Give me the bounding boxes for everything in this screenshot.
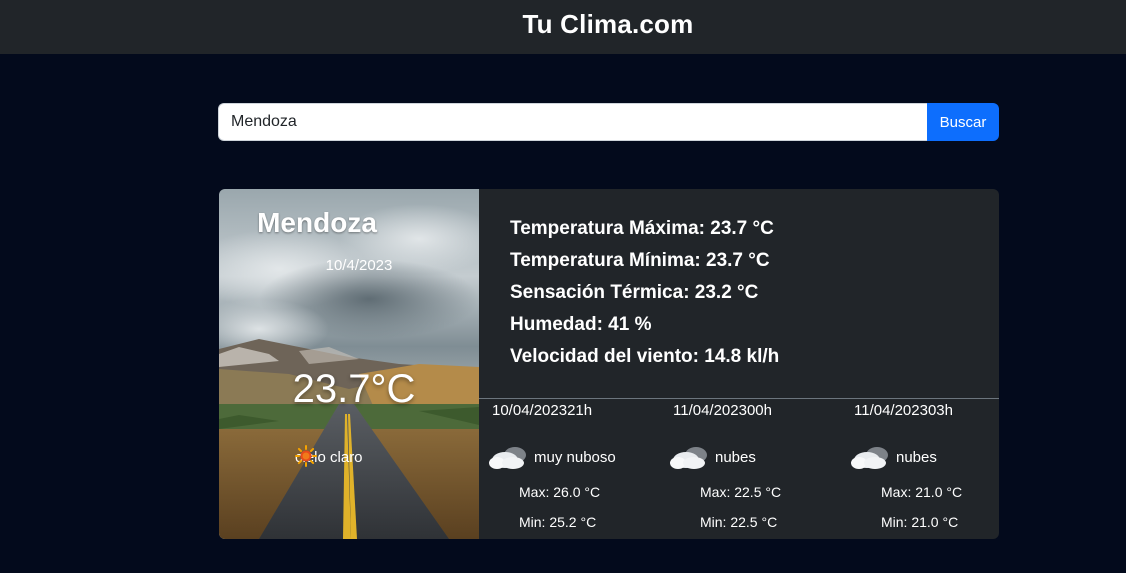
forecast-max: Max: 21.0 °C — [881, 484, 963, 500]
sun-icon — [295, 445, 317, 467]
weather-card: Mendoza 10/4/2023 23.7°C cielo claro Tem… — [219, 189, 999, 539]
forecast-condition: muy nuboso — [488, 443, 616, 471]
forecast-item: 11/04/202303h nubes Max: 21.0 °C Min: 21… — [841, 399, 999, 539]
site-title: Tu Clima.com — [522, 9, 694, 39]
forecast-min: Min: 25.2 °C — [519, 514, 597, 530]
wind-speed: Velocidad del viento: 14.8 kl/h — [510, 346, 780, 367]
feels-like: Sensación Térmica: 23.2 °C — [510, 282, 759, 303]
forecast-item: 11/04/202300h nubes Max: 22.5 °C Min: 22… — [660, 399, 840, 539]
forecast-max: Max: 22.5 °C — [700, 484, 782, 500]
cloud-icon — [851, 447, 888, 469]
search-bar: Buscar — [218, 103, 999, 141]
current-date: 10/4/2023 — [325, 257, 393, 274]
forecast-condition: nubes — [669, 443, 756, 471]
forecast-condition: nubes — [850, 443, 937, 471]
min-temperature: Temperatura Mínima: 23.7 °C — [510, 250, 770, 271]
forecast-condition-label: nubes — [715, 448, 756, 466]
forecast-list: 10/04/202321h muy nuboso Max: 26.0 °C Mi… — [479, 399, 999, 539]
current-condition: cielo claro — [295, 445, 363, 469]
forecast-max: Max: 26.0 °C — [519, 484, 601, 500]
city-background-image: Mendoza 10/4/2023 23.7°C cielo claro — [219, 189, 479, 539]
forecast-condition-label: muy nuboso — [534, 448, 616, 466]
forecast-condition-label: nubes — [896, 448, 937, 466]
top-navbar: Tu Clima.com — [0, 0, 1126, 54]
forecast-datetime: 11/04/202300h — [673, 402, 772, 419]
weather-details: Temperatura Máxima: 23.7 °C Temperatura … — [510, 213, 970, 373]
cloud-icon — [489, 447, 526, 469]
search-button[interactable]: Buscar — [927, 103, 999, 141]
city-name: Mendoza — [257, 207, 377, 238]
current-temperature: 23.7°C — [292, 367, 416, 411]
forecast-min: Min: 22.5 °C — [700, 514, 778, 530]
max-temperature: Temperatura Máxima: 23.7 °C — [510, 218, 774, 239]
forecast-datetime: 11/04/202303h — [854, 402, 953, 419]
humidity: Humedad: 41 % — [510, 314, 652, 335]
forecast-item: 10/04/202321h muy nuboso Max: 26.0 °C Mi… — [479, 399, 659, 539]
search-input[interactable] — [218, 103, 927, 141]
forecast-datetime: 10/04/202321h — [492, 402, 593, 419]
road-landscape-image — [219, 189, 479, 539]
forecast-min: Min: 21.0 °C — [881, 514, 959, 530]
cloud-icon — [670, 447, 707, 469]
